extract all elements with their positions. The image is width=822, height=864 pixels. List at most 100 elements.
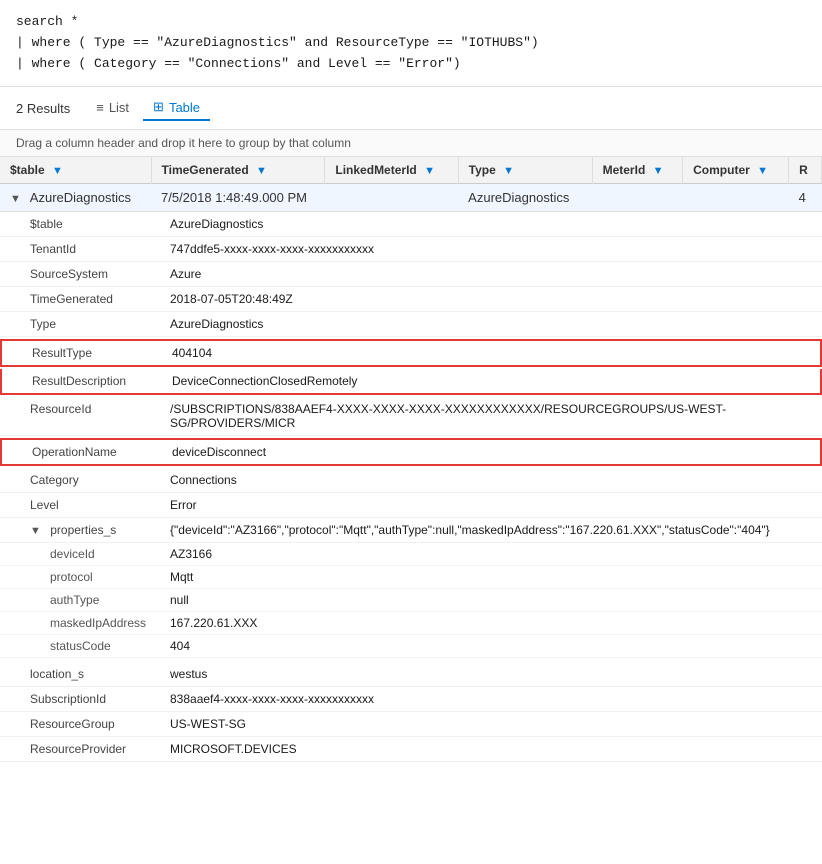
filter-icon-computer[interactable]: ▼: [757, 165, 768, 177]
sub-row-deviceid: deviceId AZ3166: [0, 543, 822, 566]
row-linkedmeter: [325, 184, 458, 212]
detail-row-category: Category Connections: [0, 468, 822, 493]
list-label: List: [109, 100, 129, 115]
detail-row-properties: ▼ properties_s {"deviceId":"AZ3166","pro…: [0, 518, 822, 543]
detail-row-timegenerated: TimeGenerated 2018-07-05T20:48:49Z: [0, 287, 822, 312]
detail-row-location: location_s westus: [0, 662, 822, 687]
label-subscriptionid: SubscriptionId: [0, 687, 160, 711]
row-meterid: [592, 184, 683, 212]
value-operationname: deviceDisconnect: [162, 440, 820, 464]
table-container: $table ▼ TimeGenerated ▼ LinkedMeterId ▼…: [0, 157, 822, 762]
sub-value-authtype: null: [160, 589, 199, 611]
row-time: 7/5/2018 1:48:49.000 PM: [151, 184, 325, 212]
detail-row-resultdescription: ResultDescription DeviceConnectionClosed…: [0, 369, 822, 395]
detail-section: $table AzureDiagnostics TenantId 747ddfe…: [0, 212, 822, 762]
row-stable: ▼ AzureDiagnostics: [0, 184, 151, 212]
sub-value-protocol: Mqtt: [160, 566, 203, 588]
row-type: AzureDiagnostics: [458, 184, 592, 212]
row-computer: [683, 184, 789, 212]
value-category: Connections: [160, 468, 822, 492]
label-resulttype: ResultType: [2, 341, 162, 365]
sub-value-statuscode: 404: [160, 635, 200, 657]
sub-value-deviceid: AZ3166: [160, 543, 222, 565]
sub-value-maskedip: 167.220.61.XXX: [160, 612, 267, 634]
detail-row-operationname: OperationName deviceDisconnect: [0, 438, 822, 466]
row-r: 4: [789, 184, 822, 212]
detail-row-resulttype: ResultType 404104: [0, 339, 822, 367]
label-resultdescription: ResultDescription: [2, 369, 162, 393]
sub-row-protocol: protocol Mqtt: [0, 566, 822, 589]
col-meterid[interactable]: MeterId ▼: [592, 157, 683, 184]
table-label: Table: [169, 100, 200, 115]
detail-row-type: Type AzureDiagnostics: [0, 312, 822, 337]
detail-row-resourcegroup: ResourceGroup US-WEST-SG: [0, 712, 822, 737]
col-type[interactable]: Type ▼: [458, 157, 592, 184]
label-type: Type: [0, 312, 160, 336]
sub-row-statuscode: statusCode 404: [0, 635, 822, 658]
query-line2: | where ( Type == "AzureDiagnostics" and…: [16, 33, 806, 54]
label-location: location_s: [0, 662, 160, 686]
col-linkedmeterid[interactable]: LinkedMeterId ▼: [325, 157, 458, 184]
detail-row-tenantid: TenantId 747ddfe5-xxxx-xxxx-xxxx-xxxxxxx…: [0, 237, 822, 262]
value-timegenerated: 2018-07-05T20:48:49Z: [160, 287, 822, 311]
value-resourceid: /SUBSCRIPTIONS/838AAEF4-XXXX-XXXX-XXXX-X…: [160, 397, 822, 435]
sub-label-statuscode: statusCode: [0, 635, 160, 657]
value-subscriptionid: 838aaef4-xxxx-xxxx-xxxx-xxxxxxxxxxx: [160, 687, 822, 711]
sub-label-protocol: protocol: [0, 566, 160, 588]
value-resourceprovider: MICROSOFT.DEVICES: [160, 737, 822, 761]
query-line1: search *: [16, 12, 806, 33]
value-tenantid: 747ddfe5-xxxx-xxxx-xxxx-xxxxxxxxxxx: [160, 237, 822, 261]
list-icon: ≡: [96, 100, 104, 115]
sub-row-maskedip: maskedIpAddress 167.220.61.XXX: [0, 612, 822, 635]
filter-icon-meter[interactable]: ▼: [653, 165, 664, 177]
value-properties: {"deviceId":"AZ3166","protocol":"Mqtt","…: [160, 518, 822, 542]
tab-list[interactable]: ≡ List: [86, 96, 139, 121]
filter-icon-linked[interactable]: ▼: [424, 165, 435, 177]
results-count: 2 Results: [16, 101, 70, 116]
label-category: Category: [0, 468, 160, 492]
col-r[interactable]: R: [789, 157, 822, 184]
label-resourceprovider: ResourceProvider: [0, 737, 160, 761]
value-resulttype: 404104: [162, 341, 820, 365]
label-resourcegroup: ResourceGroup: [0, 712, 160, 736]
detail-row-resourceid: ResourceId /SUBSCRIPTIONS/838AAEF4-XXXX-…: [0, 397, 822, 436]
tab-table[interactable]: ⊞ Table: [143, 95, 210, 121]
expand-button[interactable]: ▼: [10, 193, 21, 205]
detail-row-resourceprovider: ResourceProvider MICROSOFT.DEVICES: [0, 737, 822, 762]
sub-label-deviceid: deviceId: [0, 543, 160, 565]
value-type: AzureDiagnostics: [160, 312, 822, 336]
value-resultdescription: DeviceConnectionClosedRemotely: [162, 369, 820, 393]
detail-section-row: $table AzureDiagnostics TenantId 747ddfe…: [0, 212, 822, 763]
filter-icon-type[interactable]: ▼: [503, 165, 514, 177]
value-level: Error: [160, 493, 822, 517]
detail-row-stable: $table AzureDiagnostics: [0, 212, 822, 237]
label-operationname: OperationName: [2, 440, 162, 464]
value-location: westus: [160, 662, 822, 686]
value-resourcegroup: US-WEST-SG: [160, 712, 822, 736]
detail-row-level: Level Error: [0, 493, 822, 518]
label-timegenerated: TimeGenerated: [0, 287, 160, 311]
label-resourceid: ResourceId: [0, 397, 160, 435]
col-timegenerated[interactable]: TimeGenerated ▼: [151, 157, 325, 184]
data-table: $table ▼ TimeGenerated ▼ LinkedMeterId ▼…: [0, 157, 822, 762]
table-row[interactable]: ▼ AzureDiagnostics 7/5/2018 1:48:49.000 …: [0, 184, 822, 212]
label-level: Level: [0, 493, 160, 517]
label-tenantid: TenantId: [0, 237, 160, 261]
sub-label-maskedip: maskedIpAddress: [0, 612, 160, 634]
detail-row-subscriptionid: SubscriptionId 838aaef4-xxxx-xxxx-xxxx-x…: [0, 687, 822, 712]
col-stable[interactable]: $table ▼: [0, 157, 151, 184]
filter-icon-time[interactable]: ▼: [256, 165, 267, 177]
properties-expand-button[interactable]: ▼: [30, 525, 41, 537]
col-computer[interactable]: Computer ▼: [683, 157, 789, 184]
label-sourcesystem: SourceSystem: [0, 262, 160, 286]
drag-hint: Drag a column header and drop it here to…: [0, 130, 822, 157]
query-line3: | where ( Category == "Connections" and …: [16, 54, 806, 75]
table-header-row: $table ▼ TimeGenerated ▼ LinkedMeterId ▼…: [0, 157, 822, 184]
sub-row-authtype: authType null: [0, 589, 822, 612]
table-icon: ⊞: [153, 99, 164, 115]
label-stable: $table: [0, 212, 160, 236]
tab-group: ≡ List ⊞ Table: [86, 95, 210, 121]
query-box: search * | where ( Type == "AzureDiagnos…: [0, 0, 822, 87]
filter-icon-stable[interactable]: ▼: [52, 165, 63, 177]
label-properties: ▼ properties_s: [0, 518, 160, 542]
